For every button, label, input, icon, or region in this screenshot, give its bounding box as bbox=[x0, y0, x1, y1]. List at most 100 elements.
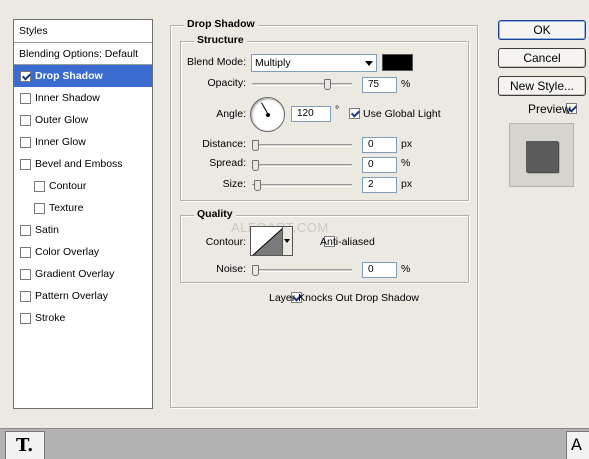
style-item-checkbox[interactable] bbox=[20, 246, 31, 258]
opacity-unit: % bbox=[401, 78, 411, 90]
angle-input[interactable]: 120 bbox=[291, 106, 331, 122]
character-panel-button[interactable]: A bbox=[566, 431, 589, 459]
text-tool-icon: T. bbox=[16, 435, 34, 456]
styles-list: Styles Blending Options: Default Drop Sh… bbox=[13, 19, 153, 409]
style-item-checkbox[interactable] bbox=[20, 158, 31, 170]
style-item-checkbox[interactable] bbox=[20, 70, 31, 82]
contour-dropdown-button[interactable] bbox=[283, 226, 293, 256]
style-item-checkbox[interactable] bbox=[20, 92, 31, 104]
size-slider[interactable] bbox=[252, 180, 352, 192]
style-item-color-overlay[interactable]: Color Overlay bbox=[14, 241, 152, 263]
distance-slider-track bbox=[252, 144, 352, 147]
blend-mode-value: Multiply bbox=[255, 57, 291, 69]
style-item-checkbox[interactable] bbox=[20, 136, 31, 148]
style-item-checkbox[interactable] bbox=[20, 290, 31, 302]
style-item-label: Pattern Overlay bbox=[35, 289, 108, 302]
opacity-slider-thumb[interactable] bbox=[324, 79, 331, 90]
ok-button[interactable]: OK bbox=[498, 20, 586, 40]
style-item-texture[interactable]: Texture bbox=[14, 197, 152, 219]
contour-label: Contour: bbox=[205, 236, 246, 248]
style-item-label: Contour bbox=[49, 179, 87, 192]
noise-input[interactable]: 0 bbox=[362, 262, 397, 278]
noise-slider[interactable] bbox=[252, 265, 352, 277]
spread-input[interactable]: 0 bbox=[362, 157, 397, 173]
style-item-label: Bevel and Emboss bbox=[35, 157, 123, 170]
angle-dial-center bbox=[266, 113, 270, 117]
use-global-light-label: Use Global Light bbox=[363, 108, 441, 120]
contour-curve-icon bbox=[252, 228, 282, 255]
style-item-inner-glow[interactable]: Inner Glow bbox=[14, 131, 152, 153]
layer-knocks-out-label: Layer Knocks Out Drop Shadow bbox=[269, 292, 419, 304]
style-item-bevel-and-emboss[interactable]: Bevel and Emboss bbox=[14, 153, 152, 175]
blend-mode-label: Blend Mode: bbox=[187, 56, 246, 68]
chevron-down-icon bbox=[365, 61, 373, 66]
distance-slider-thumb[interactable] bbox=[252, 140, 259, 151]
style-item-label: Color Overlay bbox=[35, 245, 100, 258]
distance-unit: px bbox=[401, 138, 413, 150]
style-item-checkbox[interactable] bbox=[20, 268, 31, 280]
blending-options-item[interactable]: Blending Options: Default bbox=[14, 43, 152, 65]
style-item-checkbox[interactable] bbox=[34, 202, 45, 214]
use-global-light-checkbox[interactable] bbox=[349, 108, 360, 119]
styles-header[interactable]: Styles bbox=[14, 20, 152, 43]
style-item-pattern-overlay[interactable]: Pattern Overlay bbox=[14, 285, 152, 307]
style-item-label: Drop Shadow bbox=[35, 69, 103, 82]
noise-unit: % bbox=[401, 263, 411, 275]
style-item-checkbox[interactable] bbox=[20, 312, 31, 324]
style-preview-box bbox=[509, 123, 574, 187]
style-item-label: Stroke bbox=[35, 311, 66, 324]
character-icon: A bbox=[571, 435, 582, 454]
style-item-label: Inner Glow bbox=[35, 135, 86, 148]
size-label: Size: bbox=[222, 178, 246, 190]
contour-preview[interactable] bbox=[250, 226, 283, 256]
style-item-label: Inner Shadow bbox=[35, 91, 100, 104]
cancel-button[interactable]: Cancel bbox=[498, 48, 586, 68]
text-tool-button[interactable]: T. bbox=[5, 431, 45, 459]
structure-title: Structure bbox=[194, 34, 247, 47]
opacity-slider[interactable] bbox=[252, 79, 352, 91]
drop-shadow-title: Drop Shadow bbox=[184, 18, 258, 31]
spread-slider-thumb[interactable] bbox=[252, 160, 259, 171]
style-item-satin[interactable]: Satin bbox=[14, 219, 152, 241]
spread-slider[interactable] bbox=[252, 160, 352, 172]
shadow-color-swatch[interactable] bbox=[382, 54, 413, 71]
style-item-outer-glow[interactable]: Outer Glow bbox=[14, 109, 152, 131]
opacity-label: Opacity: bbox=[207, 77, 246, 89]
spread-label: Spread: bbox=[209, 157, 246, 169]
style-item-label: Outer Glow bbox=[35, 113, 89, 126]
quality-title: Quality bbox=[194, 208, 236, 221]
new-style-button[interactable]: New Style... bbox=[498, 76, 586, 96]
size-slider-track bbox=[252, 184, 352, 187]
angle-dial[interactable] bbox=[250, 97, 285, 132]
style-item-label: Texture bbox=[49, 201, 84, 214]
style-item-checkbox[interactable] bbox=[34, 180, 45, 192]
style-item-stroke[interactable]: Stroke bbox=[14, 307, 152, 329]
angle-unit: ° bbox=[335, 104, 340, 116]
distance-label: Distance: bbox=[202, 138, 246, 150]
style-item-contour[interactable]: Contour bbox=[14, 175, 152, 197]
size-unit: px bbox=[401, 178, 413, 190]
bottom-toolbar bbox=[0, 428, 589, 459]
style-item-checkbox[interactable] bbox=[20, 114, 31, 126]
style-item-inner-shadow[interactable]: Inner Shadow bbox=[14, 87, 152, 109]
noise-slider-thumb[interactable] bbox=[252, 265, 259, 276]
preview-label: Preview bbox=[528, 102, 571, 116]
angle-label: Angle: bbox=[216, 108, 246, 120]
distance-slider[interactable] bbox=[252, 140, 352, 152]
blend-mode-select[interactable]: Multiply bbox=[251, 54, 377, 72]
size-input[interactable]: 2 bbox=[362, 177, 397, 193]
style-item-gradient-overlay[interactable]: Gradient Overlay bbox=[14, 263, 152, 285]
style-item-drop-shadow[interactable]: Drop Shadow bbox=[14, 65, 152, 87]
distance-input[interactable]: 0 bbox=[362, 137, 397, 153]
spread-slider-track bbox=[252, 164, 352, 167]
style-item-label: Gradient Overlay bbox=[35, 267, 115, 280]
size-slider-thumb[interactable] bbox=[254, 180, 261, 191]
anti-aliased-label: Anti-aliased bbox=[320, 236, 375, 248]
style-item-checkbox[interactable] bbox=[20, 224, 31, 236]
opacity-input[interactable]: 75 bbox=[362, 77, 397, 93]
noise-slider-track bbox=[252, 269, 352, 272]
styles-items: Drop Shadow Inner Shadow Outer Glow Inner G… bbox=[14, 65, 152, 329]
spread-unit: % bbox=[401, 157, 411, 169]
style-preview-swatch bbox=[526, 141, 558, 172]
noise-label: Noise: bbox=[216, 263, 246, 275]
